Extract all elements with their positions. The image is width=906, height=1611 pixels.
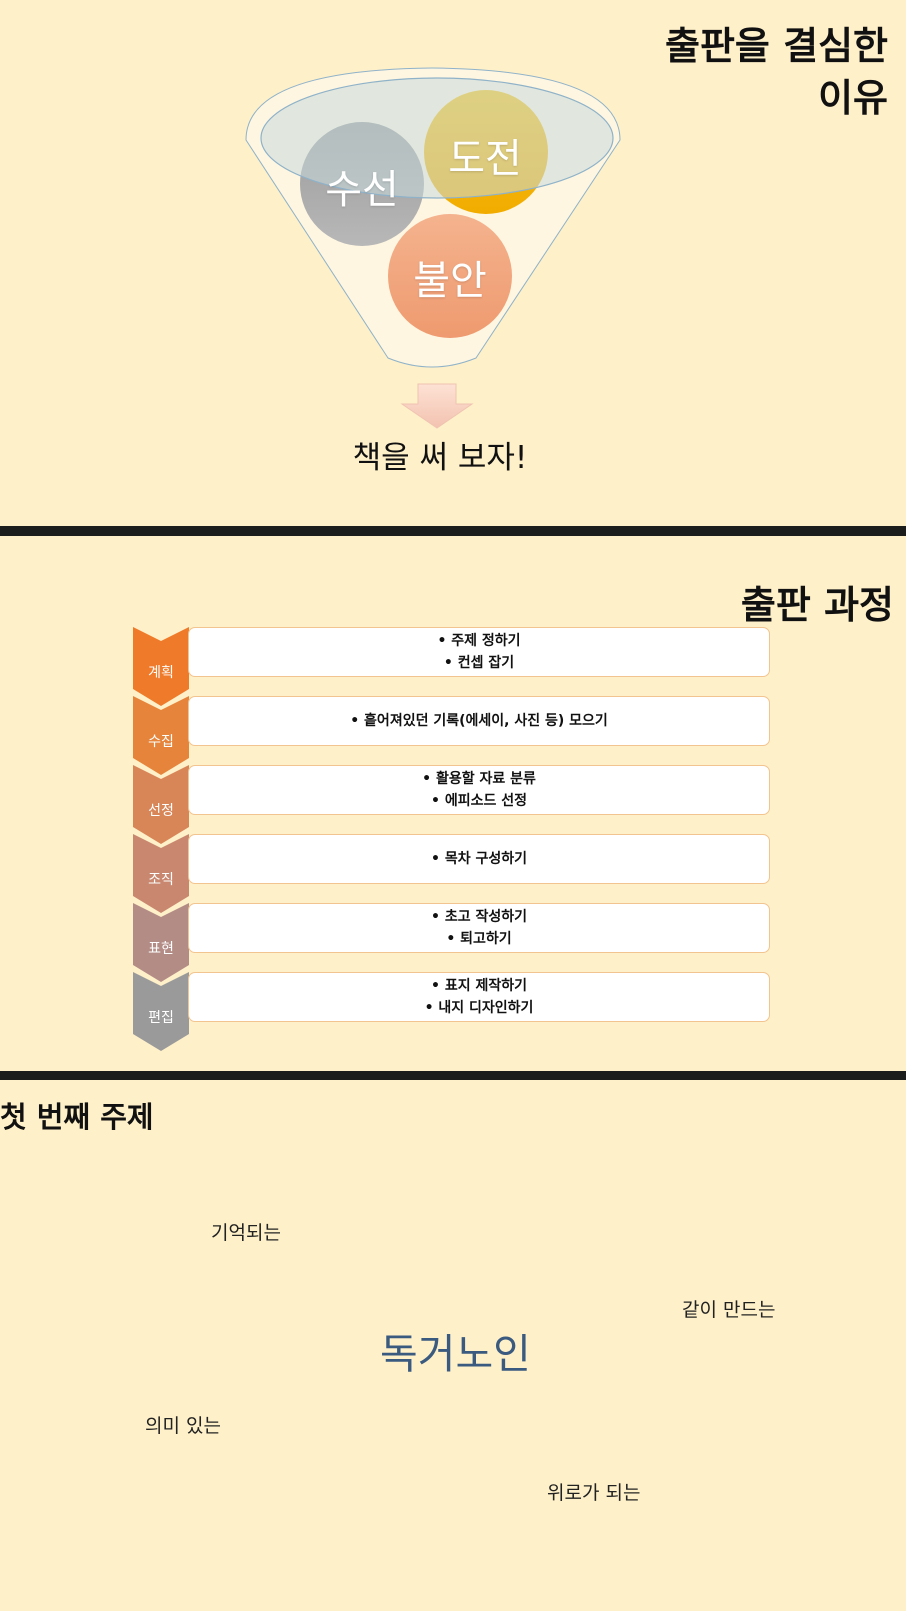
- process-step-collect: 수집 • 흩어져있던 기록(에세이, 사진 등) 모으기: [0, 696, 906, 775]
- topic-word: 의미 있는: [145, 1415, 221, 1437]
- result-text: 책을 써 보자!: [352, 440, 528, 476]
- slide-divider: [0, 526, 906, 536]
- topic-word: 위로가 되는: [547, 1482, 641, 1504]
- step-chevron: 표현: [133, 903, 189, 982]
- step-box: • 활용할 자료 분류 • 에피소드 선정: [188, 765, 770, 815]
- step-label: 계획: [148, 664, 174, 681]
- step-line: • 주제 정하기: [437, 633, 521, 649]
- step-label: 선정: [148, 802, 174, 819]
- step-box: • 주제 정하기 • 컨셉 잡기: [188, 627, 770, 677]
- step-box: • 표지 제작하기 • 내지 디자인하기: [188, 972, 770, 1022]
- step-line: • 퇴고하기: [446, 931, 512, 947]
- topic-word: 같이 만드는: [682, 1299, 776, 1321]
- step-line: • 내지 디자인하기: [424, 1000, 534, 1016]
- circle-label-gold: 도전: [448, 136, 522, 182]
- center-topic-word: 독거노인: [380, 1330, 531, 1378]
- step-box: • 초고 작성하기 • 퇴고하기: [188, 903, 770, 953]
- slide-divider: [0, 1071, 906, 1080]
- step-label: 수집: [148, 733, 174, 750]
- slide-first-topic: 첫 번째 주제 기억되는 같이 만드는 독거노인 의미 있는 위로가 되는: [0, 1080, 906, 1611]
- process-step-edit: 편집 • 표지 제작하기 • 내지 디자인하기: [0, 972, 906, 1051]
- step-chevron: 선정: [133, 765, 189, 844]
- process-step-select: 선정 • 활용할 자료 분류 • 에피소드 선정: [0, 765, 906, 844]
- step-box: • 흩어져있던 기록(에세이, 사진 등) 모으기: [188, 696, 770, 746]
- slide-publishing-reason: 출판을 결심한 이유 수선 도전 불안 책을 써 보자!: [0, 0, 906, 526]
- step-chevron: 조직: [133, 834, 189, 913]
- circle-label-gray: 수선: [325, 167, 399, 213]
- circle-label-salmon: 불안: [413, 258, 487, 304]
- slide-publishing-process: 출판 과정 계획 • 주제 정하기 • 컨셉 잡기 수집 • 흩어져있던 기록(…: [0, 536, 906, 1071]
- slide1-title-line1: 출판을 결심한: [665, 24, 888, 68]
- slide3-title: 첫 번째 주제: [0, 1100, 154, 1134]
- step-label: 편집: [148, 1009, 174, 1026]
- step-box: • 목차 구성하기: [188, 834, 770, 884]
- step-line: • 초고 작성하기: [431, 909, 527, 925]
- step-line: • 표지 제작하기: [431, 978, 527, 994]
- process-step-plan: 계획 • 주제 정하기 • 컨셉 잡기: [0, 627, 906, 706]
- step-line: • 흩어져있던 기록(에세이, 사진 등) 모으기: [350, 713, 608, 729]
- step-chevron: 편집: [133, 972, 189, 1051]
- slide1-title-line2: 이유: [818, 76, 888, 120]
- topic-word: 기억되는: [211, 1222, 281, 1244]
- step-label: 조직: [148, 871, 174, 888]
- process-step-organize: 조직 • 목차 구성하기: [0, 834, 906, 913]
- slide2-title: 출판 과정: [740, 583, 894, 627]
- step-chevron: 수집: [133, 696, 189, 775]
- step-label: 표현: [148, 940, 174, 957]
- process-step-express: 표현 • 초고 작성하기 • 퇴고하기: [0, 903, 906, 982]
- step-chevron: 계획: [133, 627, 189, 706]
- step-line: • 활용할 자료 분류: [422, 771, 536, 787]
- slide1-title: 출판을 결심한 이유: [528, 20, 888, 124]
- down-arrow: [400, 383, 474, 429]
- step-line: • 목차 구성하기: [431, 851, 527, 867]
- step-line: • 에피소드 선정: [431, 793, 527, 809]
- step-line: • 컨셉 잡기: [443, 655, 515, 671]
